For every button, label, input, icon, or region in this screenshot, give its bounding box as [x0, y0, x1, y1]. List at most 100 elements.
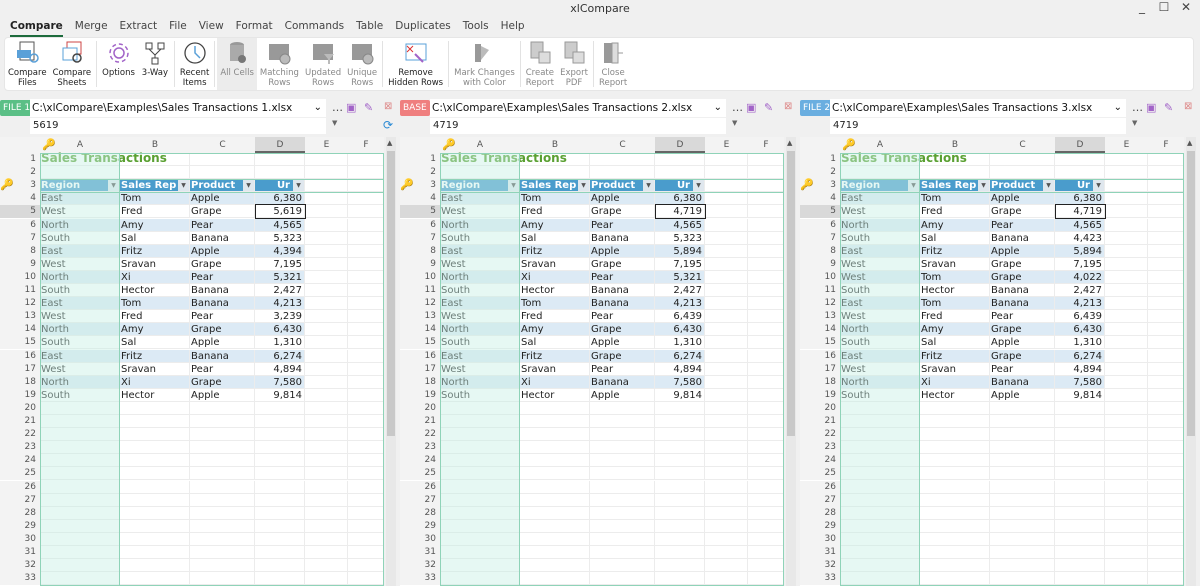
grid-cell[interactable]	[120, 441, 190, 455]
table-row-cell[interactable]: South	[840, 388, 920, 402]
grid-cell[interactable]	[840, 559, 920, 573]
ribbon-updated-rows-button[interactable]: Updated Rows	[302, 38, 344, 90]
grid-cell[interactable]	[705, 572, 748, 586]
grid-cell[interactable]	[305, 336, 348, 350]
grid-cell[interactable]	[748, 218, 784, 232]
table-row-cell[interactable]: Grape	[590, 257, 655, 271]
grid-cell[interactable]	[655, 401, 705, 415]
grid-cell[interactable]	[40, 415, 120, 428]
grid-cell[interactable]	[348, 205, 384, 219]
grid-cell[interactable]	[1148, 375, 1184, 389]
grid-cell[interactable]	[920, 506, 990, 520]
grid-cell[interactable]	[748, 519, 784, 533]
grid-cell[interactable]	[705, 559, 748, 573]
close-file-icon[interactable]: ⊠	[784, 101, 792, 112]
grid-cell[interactable]	[255, 506, 305, 520]
filter-dropdown-icon[interactable]: ▼	[693, 180, 704, 192]
table-row-cell[interactable]: South	[440, 231, 520, 245]
row-header[interactable]: 6	[0, 218, 40, 232]
grid-cell[interactable]	[705, 218, 748, 232]
maximize-button[interactable]: ☐	[1154, 0, 1174, 14]
grid-cell[interactable]	[748, 205, 784, 219]
spreadsheet-grid[interactable]: A B C D E F 🔑 1 2 3 4 5 6 7 8 9 10 11 12 13 14 15 16 17 18 19 20 21…	[800, 137, 1184, 586]
grid-cell[interactable]	[705, 415, 748, 428]
row-header[interactable]: 17	[0, 362, 40, 376]
table-row-cell[interactable]: 6,380	[1055, 192, 1105, 206]
filter-dropdown-icon[interactable]: ▼	[178, 180, 189, 192]
table-row-cell[interactable]: Grape	[190, 375, 255, 389]
grid-cell[interactable]	[40, 506, 120, 520]
grid-cell[interactable]	[990, 532, 1055, 546]
grid-cell[interactable]	[705, 192, 748, 206]
row-header[interactable]: 29	[400, 519, 440, 533]
table-row-cell[interactable]: 7,195	[255, 257, 305, 271]
row-header[interactable]: 23	[0, 441, 40, 455]
grid-cell[interactable]	[520, 572, 590, 586]
grid-cell[interactable]	[348, 415, 384, 428]
row-header[interactable]: 27	[0, 493, 40, 507]
grid-cell[interactable]	[255, 153, 305, 166]
grid-cell[interactable]	[1055, 572, 1105, 586]
grid-cell[interactable]	[255, 532, 305, 546]
grid-cell[interactable]	[348, 493, 384, 507]
table-row-cell[interactable]: Fritz	[120, 349, 190, 363]
save-icon[interactable]: ▣	[346, 101, 356, 114]
row-header[interactable]: 11	[400, 284, 440, 297]
grid-cell[interactable]	[1148, 362, 1184, 376]
table-row-cell[interactable]: East	[440, 244, 520, 258]
grid-cell[interactable]	[748, 297, 784, 311]
menu-commands[interactable]: Commands	[285, 17, 344, 37]
table-row-cell[interactable]: East	[440, 192, 520, 206]
grid-cell[interactable]	[520, 441, 590, 455]
grid-cell[interactable]	[590, 480, 655, 494]
ribbon-matching-rows-button[interactable]: Matching Rows	[257, 38, 302, 90]
row-header[interactable]: 33	[800, 572, 840, 586]
grid-cell[interactable]	[748, 192, 784, 206]
grid-cell[interactable]	[840, 546, 920, 559]
vertical-scrollbar[interactable]: ▲	[786, 137, 796, 586]
grid-cell[interactable]	[255, 546, 305, 559]
grid-cell[interactable]	[440, 493, 520, 507]
grid-cell[interactable]	[348, 401, 384, 415]
grid-cell[interactable]	[1105, 362, 1148, 376]
grid-cell[interactable]	[190, 166, 255, 180]
grid-cell[interactable]	[1148, 441, 1184, 455]
table-row-cell[interactable]: North	[40, 323, 120, 337]
row-header[interactable]: 16	[400, 349, 440, 363]
grid-cell[interactable]	[590, 415, 655, 428]
table-row-cell[interactable]: North	[40, 375, 120, 389]
table-row-cell[interactable]: Banana	[190, 284, 255, 297]
grid-cell[interactable]	[590, 428, 655, 442]
table-row-cell[interactable]: North	[840, 323, 920, 337]
grid-cell[interactable]	[748, 401, 784, 415]
table-row-cell[interactable]: 6,274	[255, 349, 305, 363]
grid-cell[interactable]	[748, 493, 784, 507]
grid-cell[interactable]	[440, 454, 520, 468]
grid-cell[interactable]	[520, 401, 590, 415]
table-row-cell[interactable]: Fritz	[520, 244, 590, 258]
grid-cell[interactable]	[920, 166, 990, 180]
grid-cell[interactable]	[1105, 572, 1148, 586]
grid-cell[interactable]	[840, 572, 920, 586]
table-row-cell[interactable]: Pear	[990, 362, 1055, 376]
grid-cell[interactable]	[748, 454, 784, 468]
column-header-f[interactable]: F	[348, 137, 384, 153]
grid-cell[interactable]	[590, 493, 655, 507]
ribbon-3-way-button[interactable]: 3-Way	[138, 38, 172, 90]
table-row-cell[interactable]: North	[440, 375, 520, 389]
grid-cell[interactable]	[590, 401, 655, 415]
filter-dropdown-icon[interactable]: ▼	[508, 180, 519, 192]
grid-cell[interactable]	[705, 532, 748, 546]
table-row-cell[interactable]: 7,580	[255, 375, 305, 389]
grid-cell[interactable]	[348, 454, 384, 468]
grid-cell[interactable]	[440, 166, 520, 180]
grid-cell[interactable]	[255, 415, 305, 428]
table-row-cell[interactable]: North	[840, 218, 920, 232]
table-row-cell[interactable]: North	[440, 270, 520, 284]
row-header[interactable]: 25	[800, 467, 840, 481]
row-header[interactable]: 11	[800, 284, 840, 297]
table-row-cell[interactable]: East	[40, 192, 120, 206]
row-header[interactable]: 22	[400, 428, 440, 442]
grid-cell[interactable]	[655, 441, 705, 455]
row-header[interactable]: 8	[400, 244, 440, 258]
